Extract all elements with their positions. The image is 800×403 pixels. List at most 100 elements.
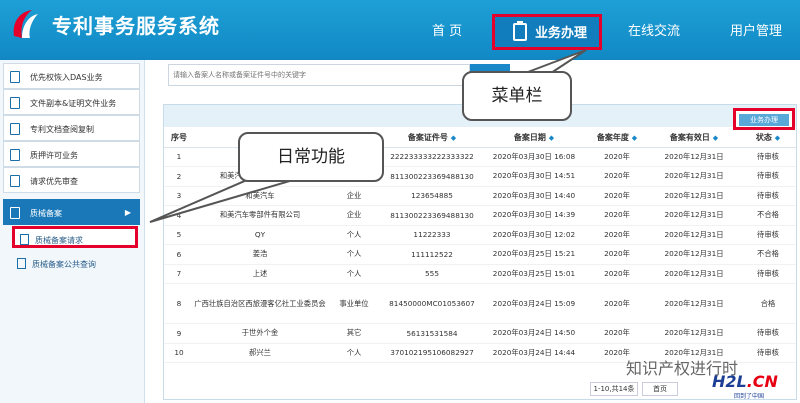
document-icon <box>10 97 20 109</box>
search-input[interactable] <box>169 65 469 85</box>
table-cell: 个人 <box>326 225 382 245</box>
table-cell: 2020年03月24日 14:50 <box>482 323 586 344</box>
col-header[interactable]: 备案证件号 ◆ <box>382 129 482 148</box>
document-icon <box>10 207 20 219</box>
search-box <box>168 64 470 86</box>
sort-icon: ◆ <box>548 134 555 143</box>
table-cell: 2020年12月31日 <box>648 147 740 167</box>
col-header[interactable]: 备案年度 ◆ <box>586 129 648 148</box>
col-header[interactable]: 状态 ◆ <box>740 129 796 148</box>
table-cell: 2020年03月30日 14:39 <box>482 205 586 226</box>
table-row[interactable]: 4 和美汽车零部件有限公司 企业 811300223369488130 2020年03月… <box>164 205 796 226</box>
col-header[interactable]: 备案日期 ◆ <box>482 129 586 148</box>
col-header[interactable]: 序号 <box>164 129 194 148</box>
table-cell: 企业 <box>326 205 382 226</box>
table-cell: 1 <box>164 147 194 167</box>
table-cell: 事业单位 <box>326 283 382 324</box>
table-row[interactable]: 3 和美汽车 企业 123654885 2020年03月30日 14:40 2020年 20… <box>164 186 796 206</box>
daily-callout: 日常功能 <box>238 132 384 182</box>
table-cell: 7 <box>164 264 194 284</box>
table-cell: 2020年 <box>586 225 648 245</box>
table-cell: 2020年03月25日 15:21 <box>482 244 586 265</box>
table-cell: 上述 <box>194 264 326 284</box>
table-cell: 2020年 <box>586 323 648 344</box>
table-cell: 2020年 <box>586 244 648 265</box>
document-icon <box>10 175 20 187</box>
table-cell: 2020年 <box>586 283 648 324</box>
table-cell: 2 <box>164 166 194 187</box>
sidebar-subitem-label: 质械备案公共查询 <box>32 260 96 269</box>
sidebar-item-priority-review[interactable]: 请求优先审查 <box>3 167 140 193</box>
table-cell: 企业 <box>326 186 382 206</box>
table-cell: 其它 <box>326 323 382 344</box>
sidebar-item-pledge[interactable]: 质押许可业务 <box>3 141 140 167</box>
table-cell: 2020年12月31日 <box>648 244 740 265</box>
table-cell: 郝兴兰 <box>194 343 326 363</box>
nav-business[interactable]: 业务办理 <box>492 14 602 50</box>
document-icon <box>10 71 20 83</box>
document-icon <box>17 258 26 269</box>
table-cell: 2020年 <box>586 205 648 226</box>
new-business-button[interactable]: 业务办理 <box>733 108 795 130</box>
sidebar-subitem-filing-request[interactable]: 质械备案请求 <box>12 226 138 248</box>
table-cell: 个人 <box>326 244 382 265</box>
table-cell: 广西壮族自治区西旅漫客亿社工业委员会 <box>194 283 326 324</box>
table-cell: 待审核 <box>740 343 796 363</box>
table-cell: 2020年03月30日 12:02 <box>482 225 586 245</box>
sidebar-item-archive[interactable]: 专利文档查阅复制 <box>3 115 140 141</box>
table-cell: 56131531584 <box>382 323 482 344</box>
table-cell: 2020年03月24日 14:44 <box>482 343 586 363</box>
table-row[interactable]: 9 于世外个金 其它 56131531584 2020年03月24日 14:50 2020… <box>164 323 796 344</box>
sidebar-item-label: 专利文档查阅复制 <box>30 125 94 134</box>
table-cell: 10 <box>164 343 194 363</box>
table-cell: 个人 <box>326 343 382 363</box>
table-cell: 2020年 <box>586 166 648 187</box>
watermark-logo: H2L.CN <box>712 372 778 391</box>
first-page-button[interactable]: 首页 <box>642 382 678 396</box>
table-cell: 待审核 <box>740 323 796 344</box>
table-cell: 4 <box>164 205 194 226</box>
nav-user[interactable]: 用户管理 <box>730 20 782 39</box>
table-row[interactable]: 7 上述 个人 555 2020年03月25日 15:01 2020年 2020年12月31… <box>164 264 796 284</box>
sort-icon: ◆ <box>712 134 719 143</box>
app-title: 专利事务服务系统 <box>52 14 220 38</box>
col-header[interactable]: 备案有效日 ◆ <box>648 129 740 148</box>
table-cell: 和美汽车 <box>194 186 326 206</box>
nav-online[interactable]: 在线交流 <box>628 20 680 39</box>
table-cell: 2020年12月31日 <box>648 225 740 245</box>
sort-icon: ◆ <box>450 134 457 143</box>
table-cell: 3 <box>164 186 194 206</box>
table-cell: 2020年03月30日 14:40 <box>482 186 586 206</box>
table-cell: 81450000MC01053607 <box>382 283 482 324</box>
sidebar-item-copies[interactable]: 文件副本&证明文件业务 <box>3 89 140 115</box>
table-row[interactable]: 6 姜浩 个人 111112522 2020年03月25日 15:21 2020年 2020… <box>164 244 796 265</box>
table-cell: 111112522 <box>382 244 482 265</box>
clipboard-icon <box>513 21 527 41</box>
sidebar-item-label: 请求优先审查 <box>30 177 78 186</box>
table-cell: 2020年 <box>586 264 648 284</box>
watermark-sub: 回到了中国 <box>734 393 765 400</box>
table-cell: 370102195106082927 <box>382 343 482 363</box>
table-cell: 待审核 <box>740 264 796 284</box>
table-cell: 待审核 <box>740 225 796 245</box>
table-cell: 姜浩 <box>194 244 326 265</box>
table-cell: 2020年03月30日 16:08 <box>482 147 586 167</box>
sort-icon: ◆ <box>774 134 781 143</box>
sidebar-item-priority[interactable]: 优先权恢入DAS业务 <box>3 63 140 89</box>
sidebar-item-label: 质械备案 <box>30 209 62 218</box>
document-icon <box>10 149 20 161</box>
sidebar-item-filing[interactable]: 质械备案 ▶ <box>3 199 140 225</box>
table-row[interactable]: 8 广西壮族自治区西旅漫客亿社工业委员会 事业单位 81450000MC0105360… <box>164 283 796 324</box>
table-cell: 不合格 <box>740 205 796 226</box>
table-cell: QY <box>194 225 326 245</box>
chevron-right-icon: ▶ <box>124 208 131 217</box>
table-cell: 2020年12月31日 <box>648 283 740 324</box>
table-cell: 待审核 <box>740 166 796 187</box>
sidebar-item-label: 优先权恢入DAS业务 <box>30 73 103 82</box>
table-cell: 222233333222333322 <box>382 147 482 167</box>
sidebar-subitem-filing-query[interactable]: 质械备案公共查询 <box>12 253 138 275</box>
table-row[interactable]: 5 QY 个人 11222333 2020年03月30日 12:02 2020年 2020年… <box>164 225 796 245</box>
menu-callout: 菜单栏 <box>462 71 572 121</box>
table-cell: 和美汽车零部件有限公司 <box>194 205 326 226</box>
nav-home[interactable]: 首 页 <box>432 20 462 39</box>
